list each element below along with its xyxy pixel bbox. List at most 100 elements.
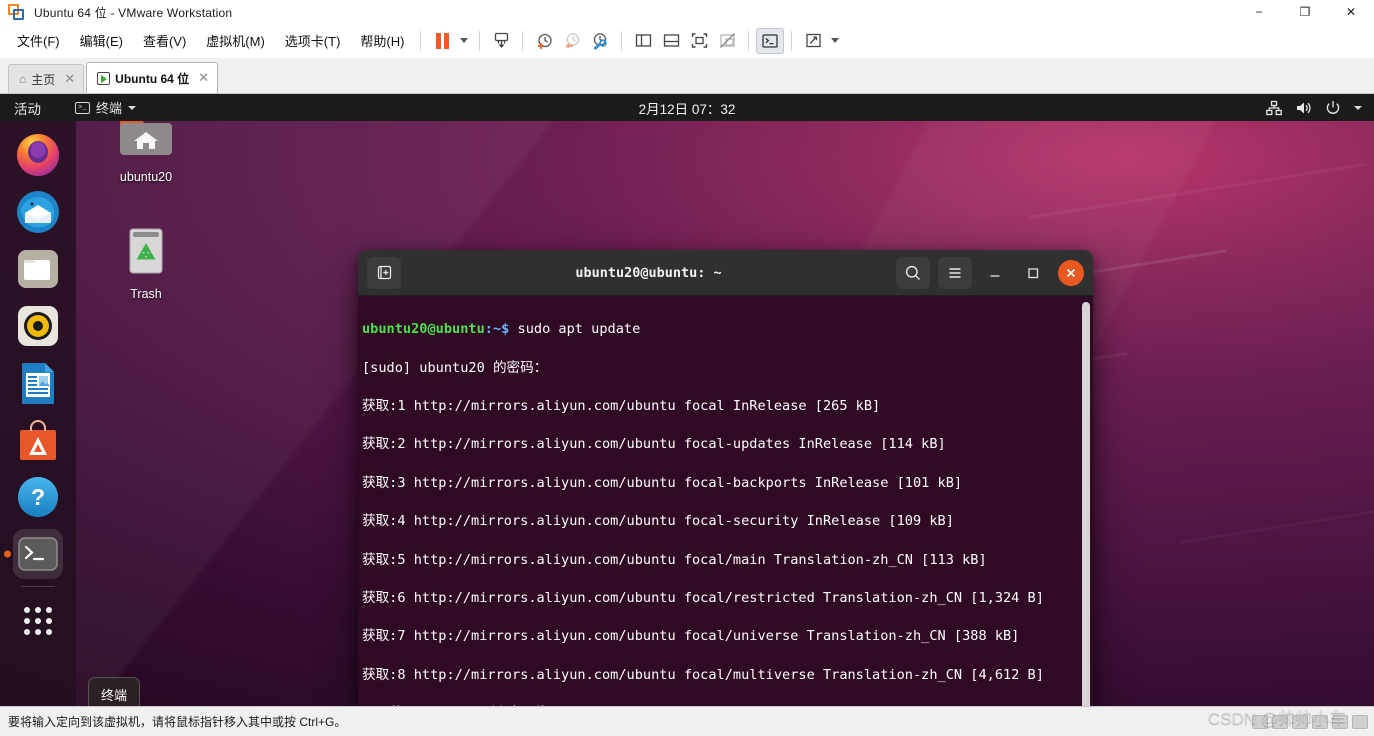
terminal-command-line: ubuntu20@ubuntu:~$ sudo apt update [362, 320, 1085, 339]
device-chip[interactable] [1352, 714, 1368, 729]
vm-icon [97, 71, 111, 85]
close-window-button[interactable]: ✕ [1328, 0, 1374, 24]
terminal-scrollbar-thumb[interactable] [1082, 302, 1090, 706]
terminal-line: 已下载 1,095 kB，耗时 1秒 (1,942 kB/s) [362, 704, 1085, 706]
terminal-prompt-user: ubuntu20@ubuntu [362, 321, 485, 338]
system-tray[interactable] [1266, 100, 1362, 116]
dock-item-files[interactable] [13, 244, 63, 294]
search-icon [905, 265, 920, 280]
show-applications-button[interactable] [13, 596, 63, 646]
ubuntu-software-icon [20, 420, 56, 460]
tab-home-close-icon[interactable]: ✕ [64, 71, 75, 87]
chevron-down-icon[interactable] [1354, 105, 1362, 110]
pause-dropdown-button[interactable] [456, 28, 472, 54]
dock-item-firefox[interactable] [13, 130, 63, 180]
terminal-scrollbar[interactable] [1082, 302, 1090, 706]
console-view-button[interactable] [756, 27, 785, 54]
status-bar: 要将输入定向到该虚拟机，请将鼠标指针移入其中或按 Ctrl+G。 [0, 706, 1374, 736]
status-message: 要将输入定向到该虚拟机，请将鼠标指针移入其中或按 Ctrl+G。 [8, 715, 347, 729]
menubar: 文件(F) 编辑(E) 查看(V) 虚拟机(M) 选项卡(T) 帮助(H) [0, 24, 1374, 58]
terminal-menu-button[interactable] [938, 256, 972, 289]
terminal-close-button[interactable] [1058, 259, 1084, 286]
dock-item-libreoffice-writer[interactable] [13, 358, 63, 408]
dock-separator [21, 586, 55, 587]
terminal-body[interactable]: ubuntu20@ubuntu:~$ sudo apt update [sudo… [358, 296, 1093, 706]
dock-item-ubuntu-software[interactable] [13, 415, 63, 465]
device-chip[interactable] [1332, 714, 1348, 729]
menu-edit[interactable]: 编辑(E) [71, 27, 132, 54]
window-controls: − ❐ ✕ [1236, 0, 1374, 24]
terminal-maximize-button[interactable] [1018, 258, 1048, 288]
terminal-output: ubuntu20@ubuntu:~$ sudo apt update [sudo… [362, 301, 1085, 706]
tab-strip: ⌂ 主页 ✕ Ubuntu 64 位 ✕ [0, 58, 1374, 94]
close-icon [1066, 268, 1076, 277]
dock-item-terminal[interactable] [13, 529, 63, 579]
menu-help[interactable]: 帮助(H) [351, 27, 413, 54]
tab-ubuntu-vm-label: Ubuntu 64 位 [115, 71, 190, 86]
maximize-icon [1028, 267, 1039, 278]
thumbnail-bar-icon [663, 34, 680, 47]
guest-screen[interactable]: ubuntu20 Trash ? 终端 活动 >_ 终端 2月12日 07：32… [0, 94, 1374, 706]
files-icon [18, 250, 58, 288]
terminal-title: ubuntu20@ubuntu: ~ [575, 264, 722, 281]
vmware-logo-icon [8, 4, 24, 20]
tab-home[interactable]: ⌂ 主页 ✕ [8, 64, 85, 93]
power-icon [1326, 100, 1340, 114]
desktop-icon-home-folder[interactable]: ubuntu20 [104, 110, 188, 184]
desktop-icon-trash[interactable]: Trash [104, 225, 188, 301]
hamburger-menu-icon [949, 267, 961, 278]
terminal-line: 获取:3 http://mirrors.aliyun.com/ubuntu fo… [362, 474, 963, 491]
restore-window-button[interactable]: ❐ [1282, 0, 1328, 24]
terminal-minimize-button[interactable] [980, 258, 1010, 288]
titlebar: Ubuntu 64 位 - VMware Workstation − ❐ ✕ [0, 0, 1374, 24]
menu-vm[interactable]: 虚拟机(M) [197, 27, 274, 54]
toolbar-separator [791, 30, 793, 51]
send-ctrl-alt-del-button[interactable] [487, 28, 515, 54]
device-chip[interactable] [1292, 714, 1308, 729]
terminal-titlebar: ubuntu20@ubuntu: ~ [358, 250, 1093, 296]
revert-snapshot-button[interactable] [558, 28, 586, 54]
desktop-icon-trash-label: Trash [130, 287, 162, 301]
menu-file[interactable]: 文件(F) [8, 27, 69, 54]
show-library-button[interactable] [629, 28, 657, 54]
toolbar-separator [522, 30, 524, 51]
pause-vm-button[interactable] [428, 28, 456, 54]
unity-mode-button[interactable] [713, 28, 741, 54]
stretch-dropdown-button[interactable] [827, 28, 843, 54]
menu-tabs[interactable]: 选项卡(T) [276, 27, 350, 54]
terminal-line: 获取:8 http://mirrors.aliyun.com/ubuntu fo… [362, 666, 1044, 683]
gnome-terminal-window[interactable]: ubuntu20@ubuntu: ~ ubuntu20@ubuntu:~$ su… [358, 250, 1093, 706]
clock[interactable]: 2月12日 07：32 [0, 98, 1374, 118]
fullscreen-icon [691, 33, 708, 48]
terminal-icon [18, 537, 58, 571]
app-menu-terminal[interactable]: >_ 终端 [75, 98, 137, 117]
menu-view[interactable]: 查看(V) [134, 27, 195, 54]
take-snapshot-button[interactable] [530, 28, 558, 54]
dock-item-help[interactable]: ? [13, 472, 63, 522]
dock-item-thunderbird[interactable] [13, 187, 63, 237]
device-chip[interactable] [1312, 714, 1328, 729]
terminal-prompt-path: :~$ [484, 321, 510, 338]
device-chip[interactable] [1252, 714, 1268, 729]
terminal-mini-icon: >_ [75, 101, 90, 114]
minimize-window-button[interactable]: − [1236, 0, 1282, 24]
svg-text:?: ? [31, 484, 45, 510]
dock-item-rhythmbox[interactable] [13, 301, 63, 351]
console-icon [762, 33, 779, 48]
terminal-search-button[interactable] [896, 256, 930, 289]
stretch-icon [806, 33, 821, 48]
tab-ubuntu-vm[interactable]: Ubuntu 64 位 ✕ [86, 62, 219, 93]
activities-button[interactable]: 活动 [14, 98, 41, 118]
desktop-icon-home-folder-label: ubuntu20 [119, 170, 173, 184]
terminal-line: 获取:2 http://mirrors.aliyun.com/ubuntu fo… [362, 436, 946, 453]
home-icon: ⌂ [19, 72, 27, 86]
app-grid-icon [24, 607, 52, 635]
full-screen-button[interactable] [685, 28, 713, 54]
tab-ubuntu-vm-close-icon[interactable]: ✕ [198, 70, 209, 86]
terminal-line: 获取:7 http://mirrors.aliyun.com/ubuntu fo… [362, 628, 1020, 645]
stretch-guest-button[interactable] [799, 28, 827, 54]
show-thumbnail-bar-button[interactable] [657, 28, 685, 54]
new-tab-button[interactable] [367, 256, 401, 289]
device-chip[interactable] [1272, 714, 1288, 729]
snapshot-manager-button[interactable] [586, 28, 614, 54]
